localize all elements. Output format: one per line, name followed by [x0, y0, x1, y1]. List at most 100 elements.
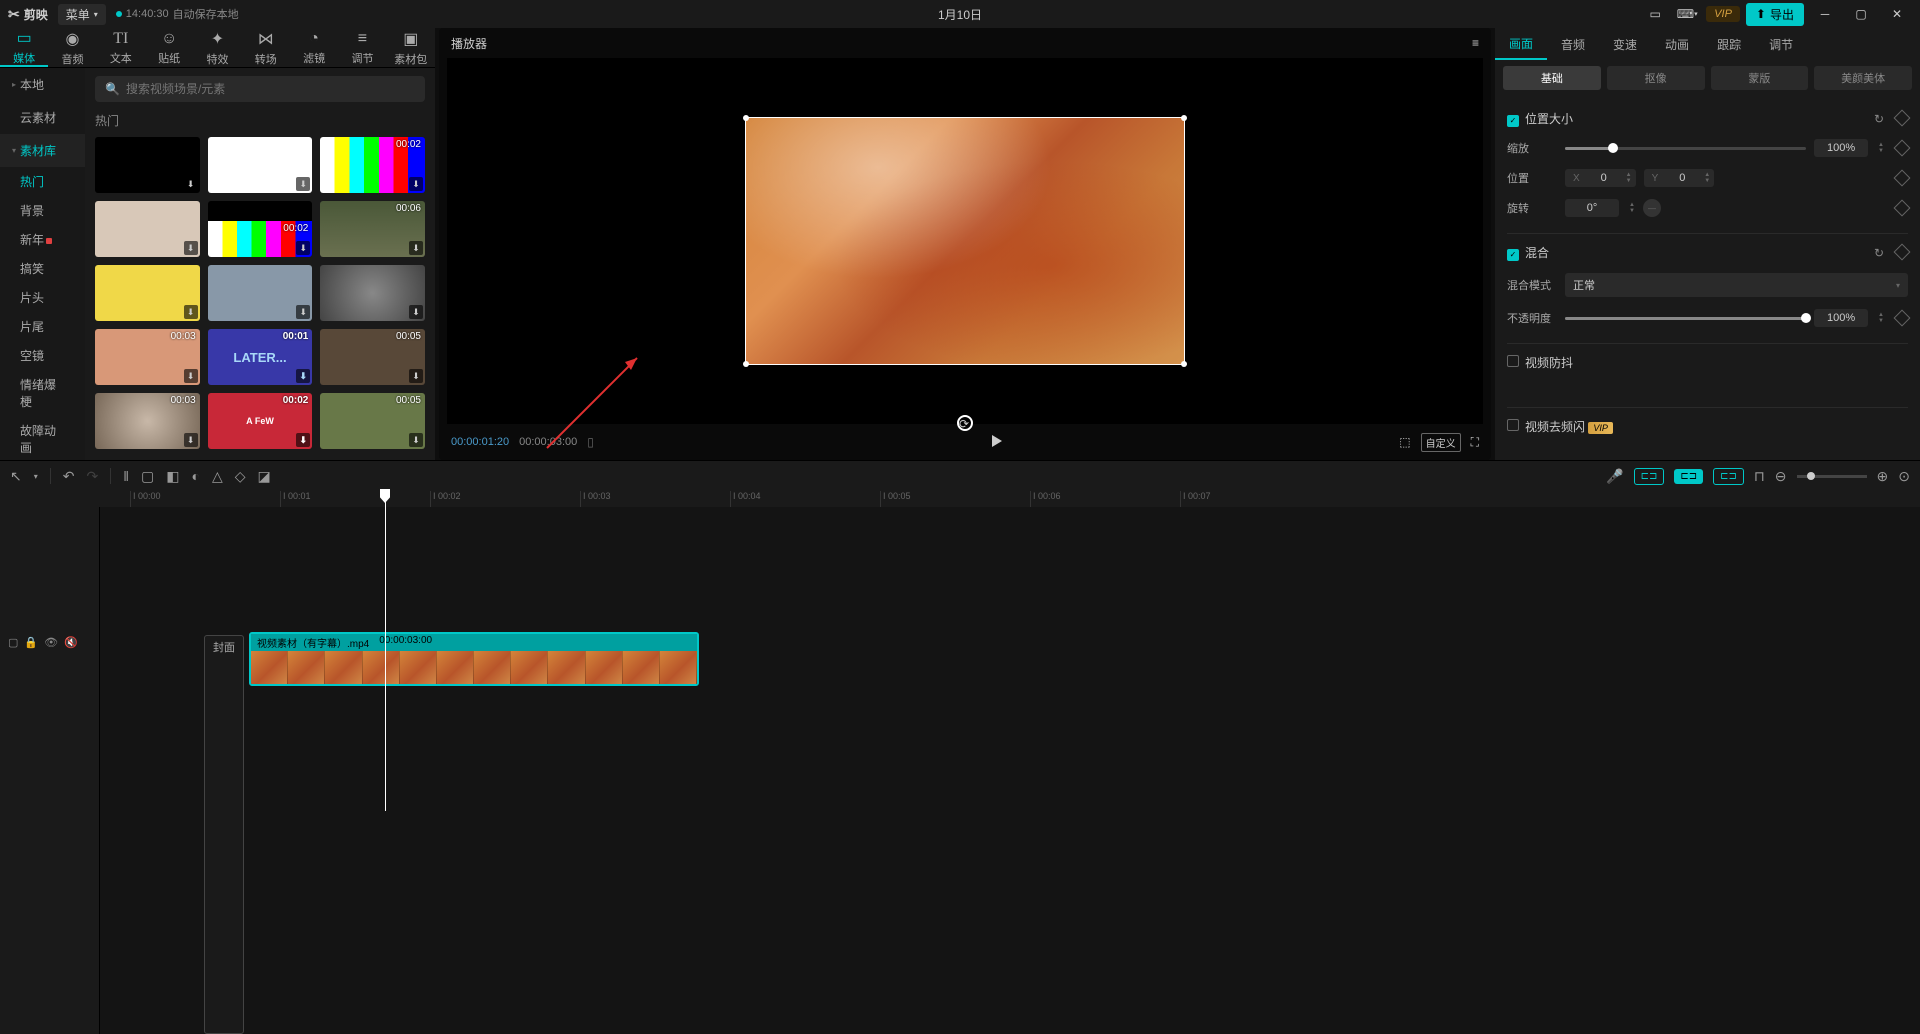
tab-asset-pack[interactable]: ▣素材包 — [387, 28, 435, 67]
timeline-ruler[interactable]: I 00:00 I 00:01 I 00:02 I 00:03 I 00:04 … — [0, 491, 1920, 507]
sidebar-sub-outro[interactable]: 片尾 — [0, 312, 85, 341]
preview-clip[interactable] — [745, 117, 1185, 365]
keyframe-icon[interactable] — [1894, 310, 1911, 327]
sidebar-sub-intro[interactable]: 片头 — [0, 283, 85, 312]
thumb-item[interactable]: 00:05⬇ — [320, 393, 425, 449]
player-menu-icon[interactable]: ≡ — [1472, 36, 1479, 50]
thumb-item[interactable]: ⬇ — [95, 265, 200, 321]
playhead[interactable] — [385, 491, 386, 811]
magnet-icon[interactable]: ⊓ — [1754, 468, 1765, 485]
rotate-tool[interactable]: ◇ — [235, 468, 246, 485]
blend-checkbox[interactable]: ✓ — [1507, 249, 1519, 261]
mic-icon[interactable]: 🎤 — [1606, 468, 1623, 485]
download-icon[interactable]: ⬇ — [184, 177, 198, 191]
select-tool-dropdown[interactable]: ▾ — [34, 472, 38, 481]
thumb-item[interactable]: A FeW00:02⬇ — [208, 393, 313, 449]
download-icon[interactable]: ⬇ — [184, 369, 198, 383]
props-tab-animation[interactable]: 动画 — [1651, 28, 1703, 60]
opacity-value[interactable]: 100% — [1814, 309, 1868, 327]
download-icon[interactable]: ⬇ — [184, 305, 198, 319]
zoom-fit-icon[interactable]: ⊙ — [1898, 468, 1910, 485]
zoom-in-icon[interactable]: ⊕ — [1877, 468, 1889, 485]
aspect-ratio-button[interactable]: 自定义 — [1421, 433, 1461, 452]
subtab-mask[interactable]: 蒙版 — [1711, 66, 1809, 90]
export-button[interactable]: ⬆ 导出 — [1746, 3, 1804, 26]
blendmode-select[interactable]: 正常▾ — [1565, 273, 1908, 297]
subtab-beauty[interactable]: 美颜美体 — [1814, 66, 1912, 90]
thumb-item[interactable]: 00:02⬇ — [320, 137, 425, 193]
fullscreen-icon[interactable]: ⛶ — [1471, 435, 1479, 450]
thumb-item[interactable]: 00:05⬇ — [320, 329, 425, 385]
deflicker-checkbox[interactable] — [1507, 419, 1519, 431]
undo-button[interactable]: ↶ — [63, 468, 75, 485]
reset-icon[interactable]: ↻ — [1874, 246, 1884, 260]
thumb-item[interactable]: 00:03⬇ — [95, 393, 200, 449]
thumb-item[interactable]: 00:02⬇ — [208, 201, 313, 257]
tab-sticker[interactable]: ☺贴纸 — [145, 28, 193, 67]
sidebar-sub-emotion[interactable]: 情绪爆梗 — [0, 370, 85, 416]
split-tool[interactable]: ‖ — [123, 468, 129, 484]
play-button[interactable] — [990, 434, 1004, 451]
cover-button[interactable]: 封面 — [204, 635, 244, 1034]
keyframe-icon[interactable] — [1894, 243, 1911, 260]
reset-icon[interactable]: ↻ — [1874, 112, 1884, 126]
auto-cut-3[interactable]: ⊏⊐ — [1713, 468, 1744, 485]
download-icon[interactable]: ⬇ — [184, 433, 198, 447]
props-tab-video[interactable]: 画面 — [1495, 28, 1547, 60]
props-tab-speed[interactable]: 变速 — [1599, 28, 1651, 60]
subtab-basic[interactable]: 基础 — [1503, 66, 1601, 90]
subtab-cutout[interactable]: 抠像 — [1607, 66, 1705, 90]
sidebar-library[interactable]: 素材库 — [0, 134, 85, 167]
maximize-button[interactable]: ▢ — [1846, 4, 1876, 24]
scale-slider[interactable] — [1565, 147, 1806, 150]
pos-size-checkbox[interactable]: ✓ — [1507, 115, 1519, 127]
track-mute-icon[interactable]: 🔇 — [64, 636, 78, 649]
track-toggle-icon[interactable]: ▢ — [8, 636, 18, 649]
tab-audio[interactable]: ◉音频 — [48, 28, 96, 67]
auto-cut-2[interactable]: ⊏⊐ — [1674, 469, 1703, 484]
keyframe-icon[interactable] — [1894, 200, 1911, 217]
opacity-slider[interactable] — [1565, 317, 1806, 320]
pos-x-input[interactable]: X▲▼ — [1565, 169, 1636, 187]
keyframe-icon[interactable] — [1894, 140, 1911, 157]
sidebar-local[interactable]: 本地 — [0, 68, 85, 101]
vip-badge[interactable]: VIP — [1706, 6, 1740, 22]
pos-y-input[interactable]: Y▲▼ — [1644, 169, 1715, 187]
sidebar-sub-hot[interactable]: 热门 — [0, 167, 85, 196]
thumb-item[interactable]: ⬇ — [208, 265, 313, 321]
sidebar-sub-newyear[interactable]: 新年 — [0, 225, 85, 254]
download-icon[interactable]: ⬇ — [296, 433, 310, 447]
tab-media[interactable]: ▭媒体 — [0, 28, 48, 67]
keyframe-icon[interactable] — [1894, 109, 1911, 126]
download-icon[interactable]: ⬇ — [409, 369, 423, 383]
layout-icon[interactable]: ▭ — [1642, 4, 1668, 24]
tab-filter[interactable]: ◔滤镜 — [290, 28, 338, 67]
download-icon[interactable]: ⬇ — [409, 433, 423, 447]
select-tool[interactable]: ↖ — [10, 468, 22, 485]
menu-dropdown[interactable]: 菜单 ▾ — [58, 4, 106, 25]
tab-effect[interactable]: ✦特效 — [193, 28, 241, 67]
download-icon[interactable]: ⬇ — [296, 369, 310, 383]
keyframe-icon[interactable] — [1894, 170, 1911, 187]
scale-value[interactable]: 100% — [1814, 139, 1868, 157]
thumb-item[interactable]: ⬇ — [95, 137, 200, 193]
track-lock-icon[interactable]: 🔒 — [24, 636, 38, 649]
crop-tool-2[interactable]: ◪ — [258, 468, 271, 485]
tab-transition[interactable]: ⋈转场 — [242, 28, 290, 67]
sidebar-sub-empty[interactable]: 空镜 — [0, 341, 85, 370]
zoom-slider[interactable] — [1797, 475, 1867, 478]
rotation-dial[interactable]: — — [1643, 199, 1661, 217]
tab-adjust[interactable]: ≡调节 — [338, 28, 386, 67]
close-button[interactable]: ✕ — [1882, 4, 1912, 24]
redo-button[interactable]: ↷ — [86, 468, 98, 485]
antishake-checkbox[interactable] — [1507, 355, 1519, 367]
mirror-tool[interactable]: △ — [212, 468, 223, 485]
download-icon[interactable]: ⬇ — [409, 305, 423, 319]
props-tab-audio[interactable]: 音频 — [1547, 28, 1599, 60]
download-icon[interactable]: ⬇ — [409, 177, 423, 191]
rotation-value[interactable]: 0° — [1565, 199, 1619, 217]
crop-left-tool[interactable]: ◧ — [166, 468, 179, 485]
thumb-item[interactable]: 00:03⬇ — [95, 329, 200, 385]
thumb-item[interactable]: ⬇ — [95, 201, 200, 257]
preview-canvas[interactable]: ⟳ — [745, 71, 1185, 411]
